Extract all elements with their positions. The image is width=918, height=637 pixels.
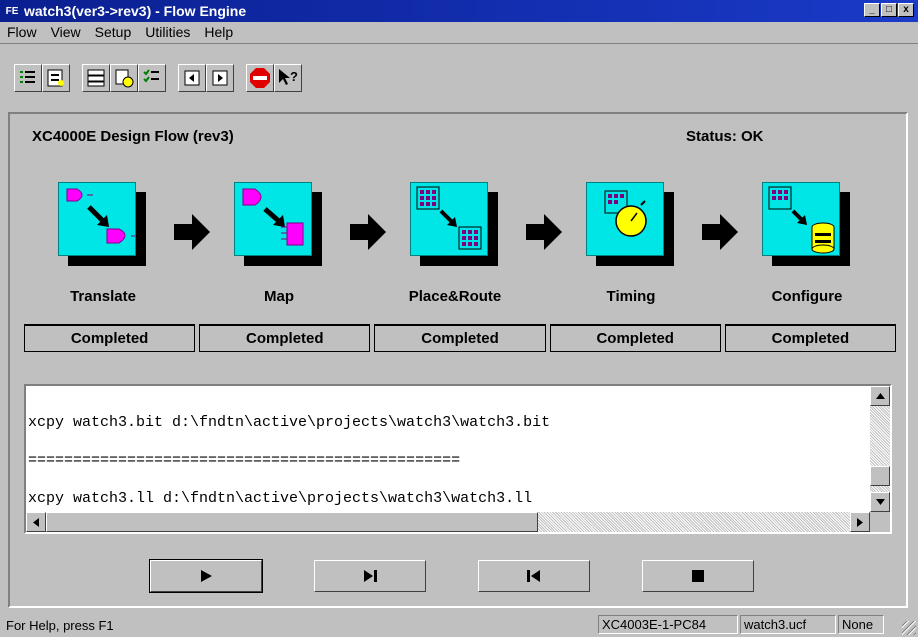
- stage-status-place-route: Completed: [374, 324, 546, 352]
- flow-engine-window: FE watch3(ver3->rev3) - Flow Engine _ □ …: [0, 0, 918, 637]
- stage-status-timing: Completed: [549, 324, 721, 352]
- place-route-stage-button[interactable]: [410, 182, 500, 268]
- log-line: xcpy watch3.bit d:\fndtn\active\projects…: [28, 414, 551, 431]
- stage-label-map: Map: [264, 288, 294, 305]
- minimize-button[interactable]: _: [864, 3, 880, 17]
- log-line: ========================================…: [28, 452, 461, 469]
- scroll-right-button[interactable]: [850, 512, 870, 532]
- step-back-icon: [184, 70, 200, 86]
- timing-report-icon: [115, 69, 134, 88]
- right-arrow-icon: [857, 517, 863, 527]
- flow-title: XC4000E Design Flow (rev3): [32, 128, 234, 145]
- arrow-icon: [702, 212, 738, 252]
- window-controls: _ □ x: [864, 3, 914, 17]
- device-pane: XC4003E-1-PC84: [598, 615, 738, 634]
- run-button[interactable]: [149, 559, 263, 593]
- menu-view[interactable]: View: [44, 24, 88, 40]
- context-help-button[interactable]: ?: [274, 64, 302, 92]
- timing-report-button[interactable]: [110, 64, 138, 92]
- arrow-icon: [526, 212, 562, 252]
- flow-list-button[interactable]: [14, 64, 42, 92]
- close-button[interactable]: x: [898, 3, 914, 17]
- stage-status-strip: Completed Completed Completed Completed …: [24, 324, 897, 352]
- toolbar: ?: [0, 43, 918, 101]
- design-flow-panel: XC4000E Design Flow (rev3) Status: OK Tr…: [8, 112, 908, 608]
- scroll-left-button[interactable]: [26, 512, 46, 532]
- menu-setup[interactable]: Setup: [88, 24, 139, 40]
- step-back-control-button[interactable]: [478, 560, 590, 592]
- app-icon: FE: [5, 5, 19, 17]
- menu-utilities[interactable]: Utilities: [138, 24, 197, 40]
- report-button[interactable]: [82, 64, 110, 92]
- timing-icon: [604, 190, 647, 237]
- mode-pane: None: [838, 615, 884, 634]
- vertical-scrollbar[interactable]: [870, 386, 890, 512]
- stop-square-icon: [692, 570, 704, 582]
- step-icon: [364, 570, 377, 582]
- configure-stage-button[interactable]: [762, 182, 852, 268]
- translate-icon: [66, 188, 135, 244]
- ucf-pane: watch3.ucf: [740, 615, 836, 634]
- up-arrow-icon: [875, 393, 885, 399]
- left-arrow-icon: [33, 517, 39, 527]
- horizontal-scroll-thumb[interactable]: [46, 512, 538, 532]
- svg-text:?: ?: [290, 69, 298, 84]
- flow-options-icon: [47, 69, 64, 87]
- window-title: watch3(ver3->rev3) - Flow Engine: [24, 3, 247, 19]
- stage-label-timing: Timing: [606, 288, 656, 305]
- configure-icon: [768, 186, 835, 254]
- report-icon: [87, 69, 105, 87]
- play-icon: [201, 570, 212, 582]
- horizontal-scrollbar[interactable]: [26, 512, 870, 532]
- flow-status: Status: OK: [686, 128, 764, 145]
- translate-stage-button[interactable]: [58, 182, 148, 268]
- arrow-icon: [350, 212, 386, 252]
- scroll-down-button[interactable]: [870, 492, 890, 512]
- stage-status-configure: Completed: [724, 324, 897, 352]
- menu-bar: Flow View Setup Utilities Help: [0, 22, 918, 42]
- stage-status-map: Completed: [199, 324, 371, 352]
- flow-list-icon: [20, 71, 35, 83]
- step-forward-icon: [212, 70, 228, 86]
- stop-button[interactable]: [246, 64, 274, 92]
- context-help-icon: ?: [279, 69, 298, 85]
- step-back-button[interactable]: [178, 64, 206, 92]
- stage-label-place-route: Place&Route: [408, 288, 502, 305]
- stage-status-translate: Completed: [24, 324, 196, 352]
- checklist-icon: [143, 69, 159, 83]
- log-output[interactable]: xcpy watch3.bit d:\fndtn\active\projects…: [24, 384, 892, 534]
- maximize-button[interactable]: □: [881, 3, 897, 17]
- step-back-control-icon: [527, 570, 540, 582]
- menu-help[interactable]: Help: [197, 24, 240, 40]
- stop-icon: [250, 68, 270, 88]
- map-stage-button[interactable]: [234, 182, 324, 268]
- stage-label-translate: Translate: [70, 288, 136, 305]
- arrow-icon: [174, 212, 210, 252]
- flow-options-button[interactable]: [42, 64, 70, 92]
- stage-label-configure: Configure: [771, 288, 843, 305]
- scroll-up-button[interactable]: [870, 386, 890, 406]
- map-icon: [242, 188, 304, 246]
- scroll-corner: [870, 512, 890, 532]
- title-bar[interactable]: FE watch3(ver3->rev3) - Flow Engine _ □ …: [0, 0, 918, 22]
- vertical-scroll-thumb[interactable]: [870, 466, 890, 486]
- log-text[interactable]: xcpy watch3.bit d:\fndtn\active\projects…: [28, 404, 866, 518]
- resize-grip-icon[interactable]: [902, 621, 916, 635]
- down-arrow-icon: [875, 499, 885, 505]
- menu-flow[interactable]: Flow: [0, 24, 44, 40]
- step-forward-button[interactable]: [206, 64, 234, 92]
- help-hint: For Help, press F1: [6, 618, 114, 633]
- checklist-button[interactable]: [138, 64, 166, 92]
- timing-stage-button[interactable]: [586, 182, 676, 268]
- status-bar: For Help, press F1 XC4003E-1-PC84 watch3…: [0, 612, 918, 637]
- stop-control-button[interactable]: [642, 560, 754, 592]
- step-button[interactable]: [314, 560, 426, 592]
- place-route-icon: [416, 186, 482, 250]
